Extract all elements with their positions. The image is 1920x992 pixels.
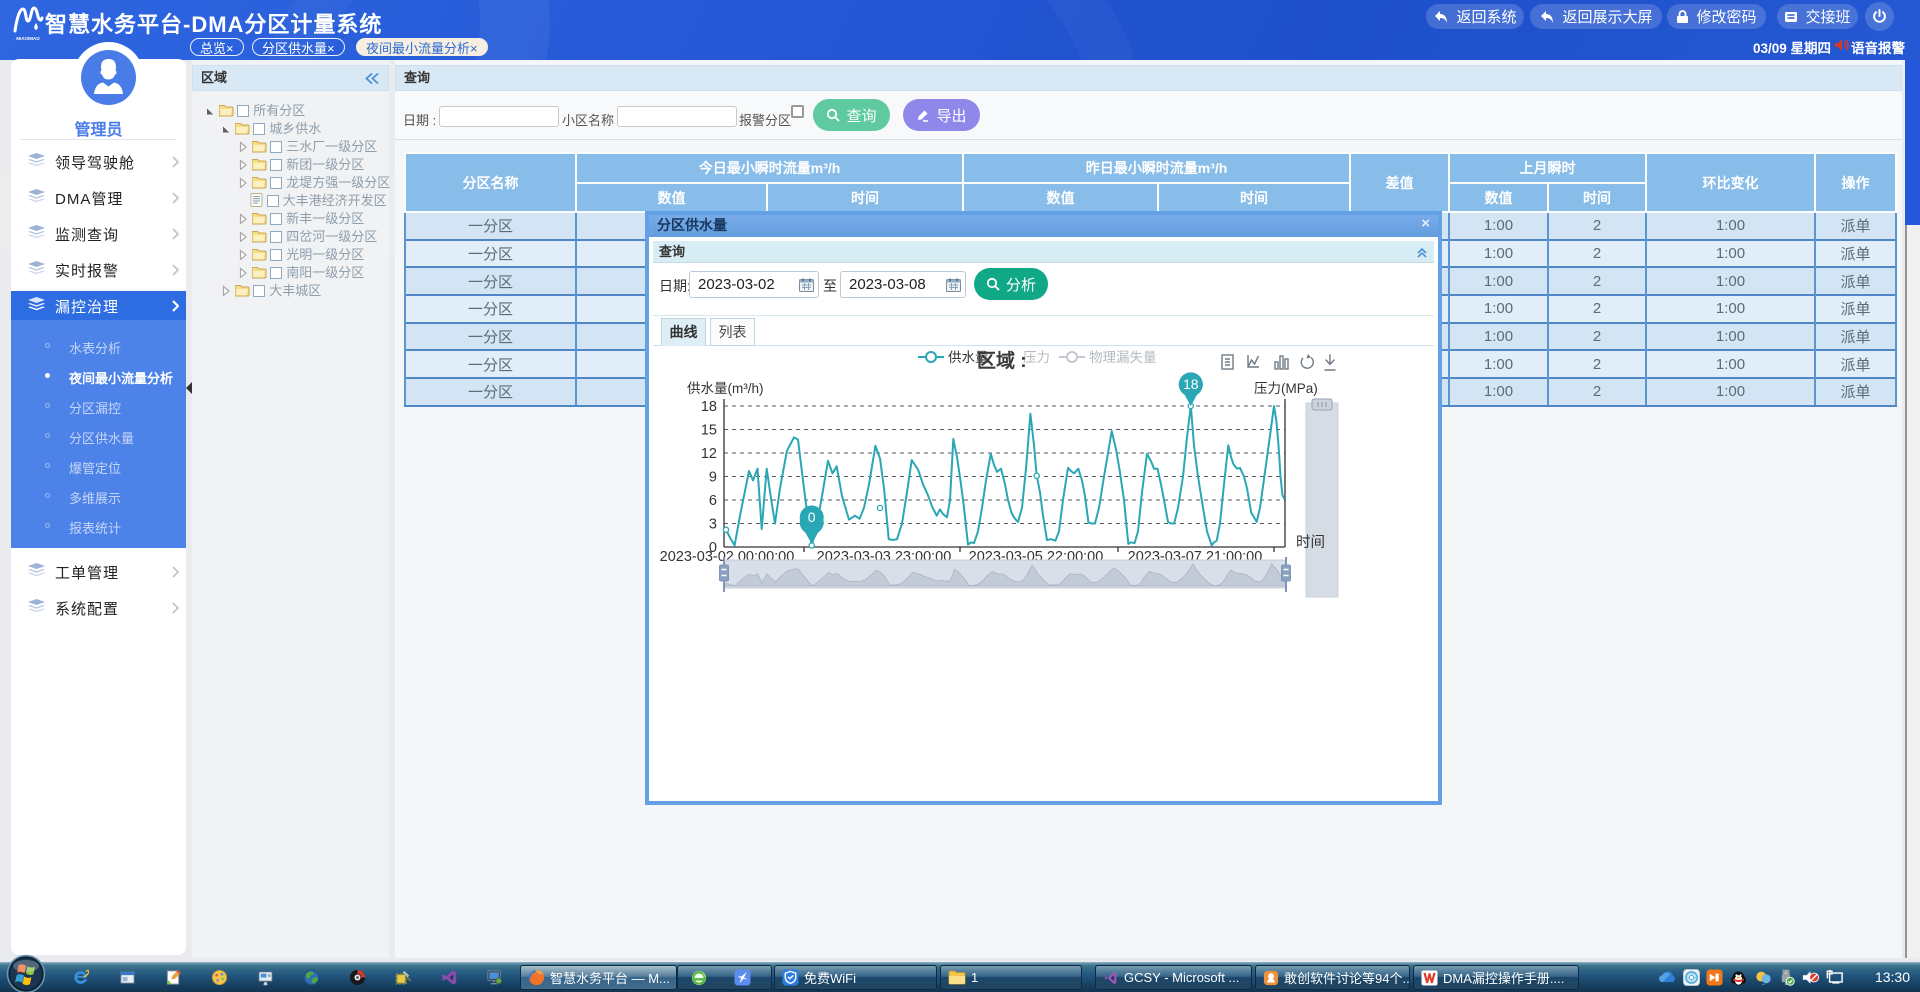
svg-text:15: 15 xyxy=(701,423,717,439)
svg-text:9: 9 xyxy=(709,470,717,486)
svg-text:供水量(m³/h): 供水量(m³/h) xyxy=(687,381,764,396)
svg-text:0: 0 xyxy=(808,509,816,525)
svg-text:3: 3 xyxy=(709,517,717,533)
svg-text:区域 :: 区域 : xyxy=(977,350,1027,372)
svg-text:12: 12 xyxy=(701,446,717,462)
svg-text:压力(MPa): 压力(MPa) xyxy=(1254,381,1318,396)
svg-text:压力: 压力 xyxy=(1023,350,1050,365)
svg-text:时间: 时间 xyxy=(1296,534,1325,551)
svg-text:18: 18 xyxy=(701,399,717,415)
svg-text:物理漏失量: 物理漏失量 xyxy=(1089,350,1157,365)
svg-text:6: 6 xyxy=(709,493,717,509)
svg-text:MIAOMIAO: MIAOMIAO xyxy=(16,36,40,41)
svg-text:18: 18 xyxy=(1183,376,1199,392)
